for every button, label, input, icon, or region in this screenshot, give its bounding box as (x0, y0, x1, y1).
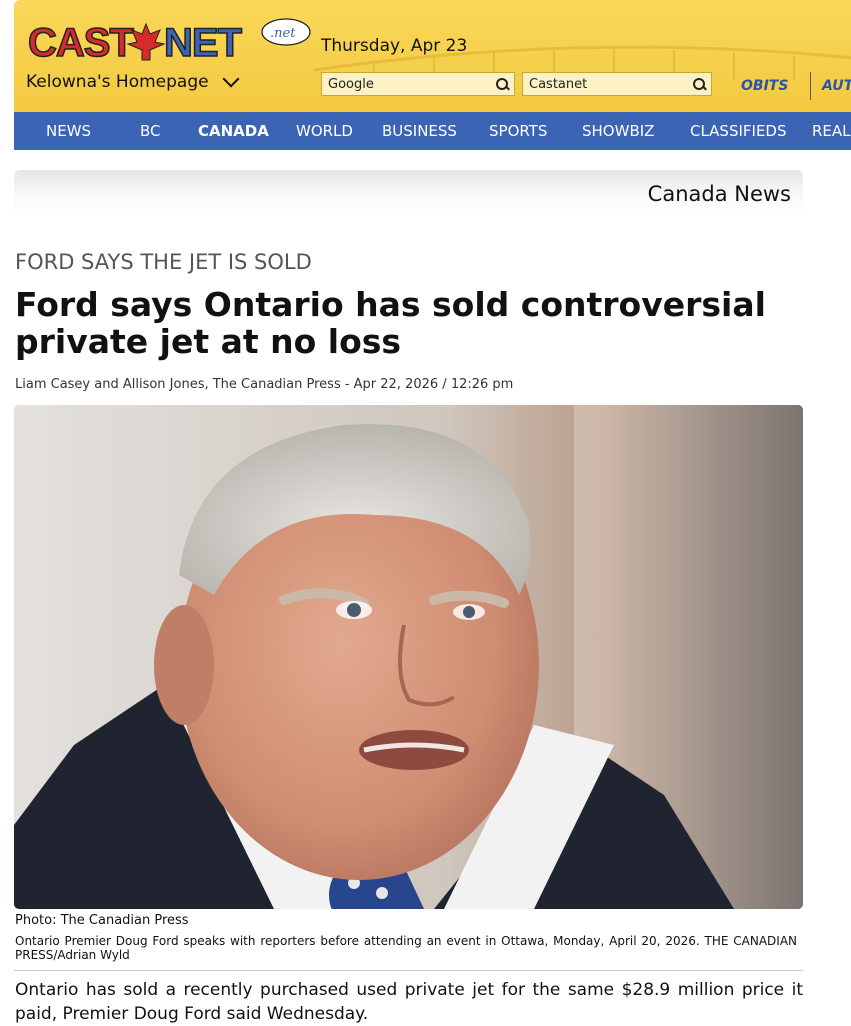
nav-item-world[interactable]: WORLD (296, 122, 353, 140)
google-search-input[interactable] (322, 74, 496, 94)
photo-credit: Photo: The Canadian Press (15, 913, 189, 928)
autos-link[interactable]: AUT (822, 78, 851, 94)
article-byline: Liam Casey and Allison Jones, The Canadi… (15, 377, 514, 392)
svg-text:CAST: CAST (28, 21, 133, 65)
section-title[interactable]: Canada News (648, 182, 791, 206)
svg-text:NET: NET (164, 21, 242, 65)
location-selector[interactable]: Kelowna's Homepage (26, 70, 240, 92)
nav-item-canada[interactable]: CANADA (198, 122, 269, 140)
search-icon[interactable] (693, 78, 705, 90)
castanet-search-box (522, 72, 712, 96)
portrait-photo-illustration (14, 405, 803, 909)
svg-text:.net: .net (270, 26, 296, 41)
header-divider (810, 72, 811, 100)
location-label: Kelowna's Homepage (26, 72, 209, 92)
section-header: Canada News (14, 170, 803, 216)
site-header: CAST NET .net Kelowna's Homepage Thursda… (14, 0, 851, 112)
google-search-box (321, 72, 515, 96)
caption-divider (14, 970, 803, 971)
chevron-down-icon (222, 70, 240, 88)
article-photo[interactable] (14, 405, 803, 909)
article-kicker: FORD SAYS THE JET IS SOLD (15, 250, 312, 274)
castanet-search-input[interactable] (523, 74, 693, 94)
search-icon[interactable] (496, 78, 508, 90)
nav-item-news[interactable]: NEWS (46, 122, 91, 140)
nav-item-bc[interactable]: BC (140, 122, 161, 140)
nav-item-sports[interactable]: SPORTS (489, 122, 547, 140)
castanet-logo[interactable]: CAST NET .net (24, 14, 314, 66)
nav-item-showbiz[interactable]: SHOWBIZ (582, 122, 654, 140)
article-body-paragraph: Ontario has sold a recently purchased us… (15, 980, 803, 1024)
main-nav: NEWS BC CANADA WORLD BUSINESS SPORTS SHO… (14, 112, 851, 150)
article-headline: Ford says Ontario has sold controversial… (15, 285, 766, 361)
current-date: Thursday, Apr 23 (321, 36, 468, 56)
nav-item-classifieds[interactable]: CLASSIFIEDS (690, 122, 787, 140)
nav-item-business[interactable]: BUSINESS (382, 122, 457, 140)
nav-item-real-estate[interactable]: REAL (812, 122, 851, 140)
obits-link[interactable]: OBITS (741, 78, 788, 94)
photo-caption: Ontario Premier Doug Ford speaks with re… (15, 934, 797, 962)
